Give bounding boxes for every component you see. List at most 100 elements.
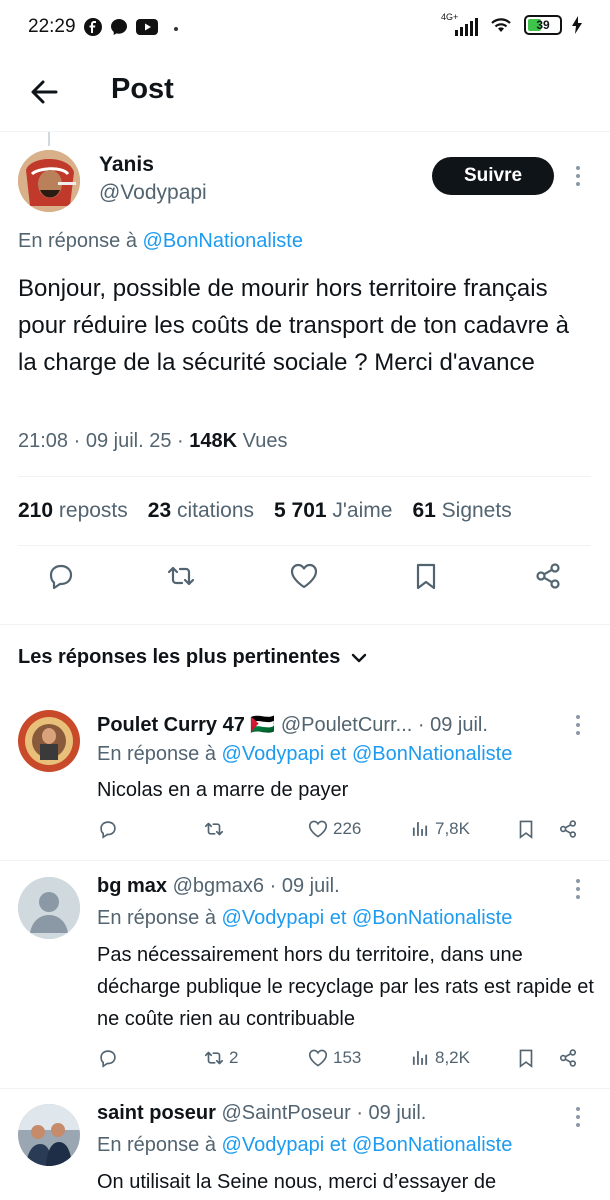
share-button[interactable] bbox=[557, 1047, 579, 1069]
more-options-icon[interactable] bbox=[575, 1106, 581, 1128]
reply-avatar[interactable] bbox=[18, 877, 80, 939]
author-handle[interactable]: @Vodypapi bbox=[99, 181, 207, 205]
reply-author-handle[interactable]: @SaintPoseur bbox=[221, 1102, 350, 1124]
more-options-icon[interactable] bbox=[575, 878, 581, 900]
top-bar: Post bbox=[0, 56, 610, 132]
reply-target-links[interactable]: @Vodypapi et @BonNationaliste bbox=[222, 907, 513, 929]
stat-count: 61 bbox=[412, 499, 436, 522]
replies-sort-label: Les réponses les plus pertinentes bbox=[18, 646, 341, 668]
reply-prefix: En réponse à bbox=[97, 1134, 216, 1156]
reply-header: saint poseur @SaintPoseur · 09 juil. bbox=[97, 1102, 426, 1125]
repost-count: 2 bbox=[229, 1048, 239, 1067]
repost-button[interactable] bbox=[203, 818, 229, 840]
reply-header: Poulet Curry 47 🇵🇸 @PouletCurr... · 09 j… bbox=[97, 712, 488, 737]
stat-label: citations bbox=[176, 499, 255, 522]
bookmark-icon bbox=[519, 820, 533, 839]
share-button[interactable] bbox=[557, 818, 579, 840]
repost-icon bbox=[204, 1051, 224, 1065]
like-button[interactable]: 153 bbox=[307, 1047, 361, 1069]
share-icon bbox=[559, 1049, 577, 1067]
views-button[interactable]: 8,2K bbox=[409, 1047, 470, 1069]
reply-author-name[interactable]: bg max bbox=[97, 875, 167, 897]
reply-context: En réponse à @Vodypapi et @BonNationalis… bbox=[97, 907, 512, 930]
reply-target-links[interactable]: @Vodypapi et @BonNationaliste bbox=[222, 1134, 513, 1156]
author-avatar[interactable] bbox=[18, 150, 80, 212]
youtube-icon bbox=[136, 19, 158, 35]
network-label: 4G+ bbox=[441, 12, 459, 22]
like-count: 153 bbox=[333, 1048, 362, 1067]
views-label: Vues bbox=[242, 430, 288, 452]
reply-context: En réponse à @Vodypapi et @BonNationalis… bbox=[97, 743, 512, 766]
reply-author-name[interactable]: Poulet Curry 47 🇵🇸 bbox=[97, 714, 275, 736]
dot-icon bbox=[174, 27, 178, 31]
stat-count: 5 701 bbox=[274, 499, 327, 522]
reply-icon bbox=[100, 1050, 116, 1068]
chevron-down-icon bbox=[352, 653, 367, 662]
stat-label: reposts bbox=[58, 499, 128, 522]
like-button[interactable]: 226 bbox=[307, 818, 361, 840]
stat-count: 23 bbox=[147, 499, 172, 522]
stat-likes[interactable]: 5 701 J'aime bbox=[274, 499, 392, 523]
like-icon bbox=[308, 820, 328, 838]
page-title: Post bbox=[111, 73, 174, 105]
reply-context: En réponse à @BonNationaliste bbox=[18, 230, 303, 253]
reply-author-handle[interactable]: @PouletCurr... bbox=[281, 714, 412, 736]
reply-context: En réponse à @Vodypapi et @BonNationalis… bbox=[97, 1134, 512, 1157]
like-icon bbox=[308, 1049, 328, 1067]
stat-count: 210 bbox=[18, 499, 54, 522]
post-meta: 21:08 · 09 juil. 25 · 148K Vues bbox=[18, 430, 288, 452]
reply-date: · 09 juil. bbox=[356, 1102, 427, 1124]
reply-prefix: En réponse à bbox=[18, 230, 137, 252]
like-icon[interactable] bbox=[288, 560, 320, 592]
reply-target-link[interactable]: @BonNationaliste bbox=[143, 230, 303, 252]
share-icon[interactable] bbox=[532, 560, 564, 592]
reply-item[interactable]: saint poseur @SaintPoseur · 09 juil. En … bbox=[0, 1088, 610, 1200]
views-count: 8,2K bbox=[435, 1048, 470, 1067]
reply-action-bar: 2 153 8,2K bbox=[97, 1047, 587, 1073]
reply-avatar[interactable] bbox=[18, 710, 80, 772]
reply-item[interactable]: bg max @bgmax6 · 09 juil. En réponse à @… bbox=[0, 860, 610, 1088]
reply-header: bg max @bgmax6 · 09 juil. bbox=[97, 875, 340, 898]
stat-reposts[interactable]: 210 reposts bbox=[18, 499, 128, 523]
status-system-icons: 4G+ 39 bbox=[441, 12, 582, 36]
post-text: Bonjour, possible de mourir hors territo… bbox=[18, 275, 569, 376]
reply-author-handle[interactable]: @bgmax6 bbox=[173, 875, 264, 897]
views-count: 148K bbox=[189, 430, 238, 452]
bookmark-icon[interactable] bbox=[410, 560, 442, 592]
status-notification-icons bbox=[84, 18, 180, 36]
views-icon bbox=[412, 822, 428, 836]
reply-icon bbox=[100, 821, 116, 839]
messenger-icon bbox=[111, 19, 127, 35]
follow-button[interactable]: Suivre bbox=[432, 157, 554, 195]
status-bar: 22:29 4G+ 39 bbox=[0, 0, 610, 56]
reply-button[interactable] bbox=[97, 818, 123, 840]
back-arrow-icon[interactable] bbox=[26, 74, 62, 110]
stat-bookmarks[interactable]: 61 Signets bbox=[412, 499, 511, 523]
charging-icon bbox=[572, 16, 582, 34]
repost-icon[interactable] bbox=[165, 560, 197, 592]
views-count: 7,8K bbox=[435, 819, 470, 838]
signal-icon: 4G+ bbox=[441, 12, 478, 36]
replies-sort-dropdown[interactable]: Les réponses les plus pertinentes bbox=[18, 646, 368, 669]
battery-icon: 39 bbox=[524, 15, 562, 35]
bookmark-button[interactable] bbox=[515, 1047, 537, 1069]
repost-button[interactable]: 2 bbox=[203, 1047, 238, 1069]
post-stats: 210 reposts 23 citations 5 701 J'aime 61… bbox=[18, 499, 532, 523]
author-name[interactable]: Yanis bbox=[99, 153, 154, 177]
views-button[interactable]: 7,8K bbox=[409, 818, 470, 840]
reply-text: Nicolas en a marre de payer bbox=[97, 779, 349, 801]
bookmark-button[interactable] bbox=[515, 818, 537, 840]
more-options-icon[interactable] bbox=[575, 165, 581, 187]
more-options-icon[interactable] bbox=[575, 714, 581, 736]
reply-target-links[interactable]: @Vodypapi et @BonNationaliste bbox=[222, 743, 513, 765]
reply-author-name[interactable]: saint poseur bbox=[97, 1102, 216, 1124]
post-action-bar bbox=[0, 560, 610, 606]
reply-text: On utilisait la Seine nous, merci d’essa… bbox=[97, 1171, 497, 1193]
reply-avatar[interactable] bbox=[18, 1104, 80, 1166]
reply-item[interactable]: Poulet Curry 47 🇵🇸 @PouletCurr... · 09 j… bbox=[0, 690, 610, 860]
stat-quotes[interactable]: 23 citations bbox=[148, 499, 254, 523]
facebook-icon bbox=[84, 18, 102, 36]
reply-icon[interactable] bbox=[45, 560, 77, 592]
reply-button[interactable] bbox=[97, 1047, 123, 1069]
status-time: 22:29 bbox=[28, 16, 76, 37]
